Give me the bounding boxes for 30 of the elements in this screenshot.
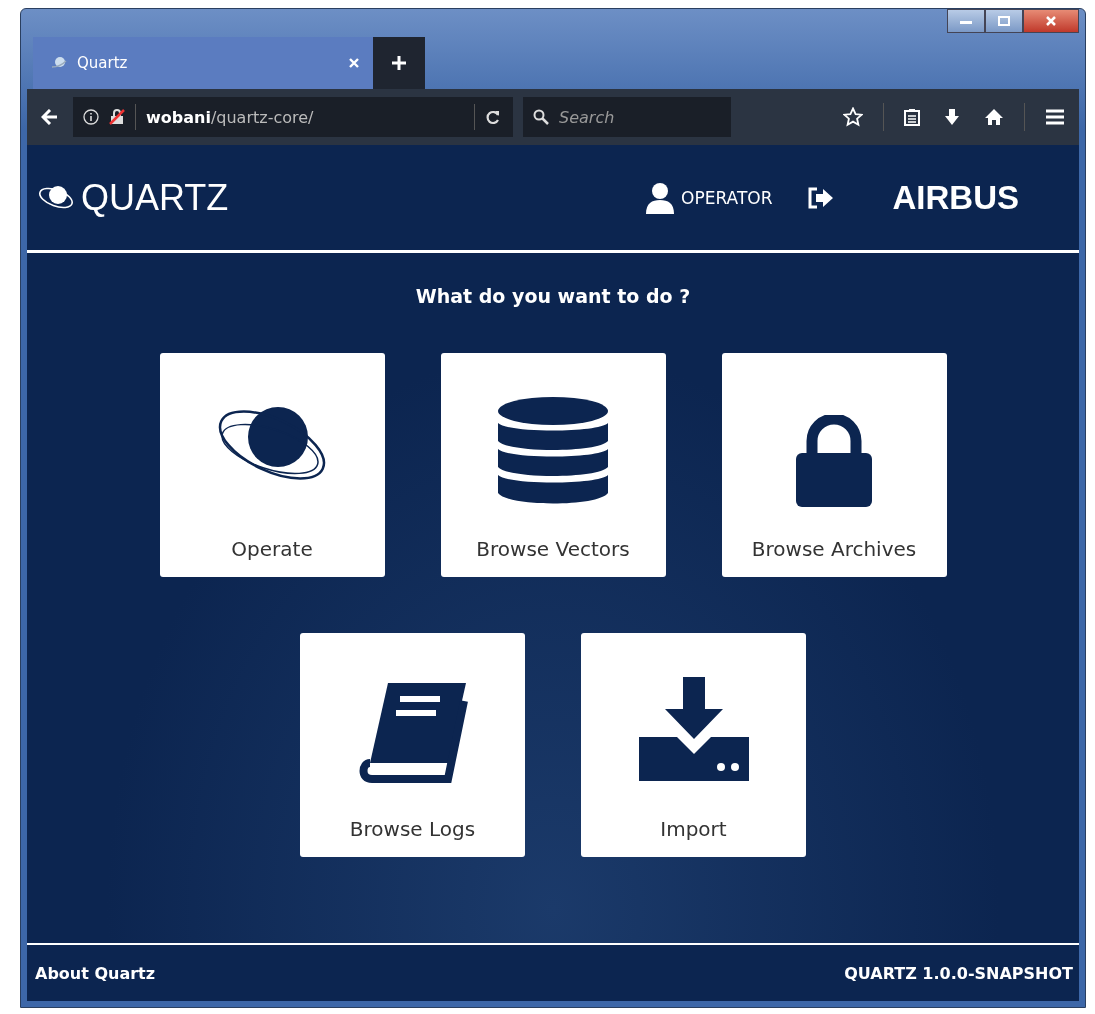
plus-icon — [392, 56, 406, 70]
close-button[interactable] — [1023, 9, 1079, 33]
action-tile[interactable]: Operate — [159, 353, 385, 577]
about-link[interactable]: About Quartz — [35, 963, 156, 983]
browser-tab[interactable]: Quartz — [33, 37, 373, 89]
company-logo: AIRBUS — [892, 178, 1019, 217]
padlock-icon — [796, 415, 872, 507]
prompt-heading: What do you want to do ? — [415, 285, 691, 307]
action-tile[interactable]: Import — [581, 633, 806, 857]
maximize-icon — [998, 16, 1010, 26]
new-tab-button[interactable] — [373, 37, 425, 89]
close-icon — [1045, 15, 1057, 27]
globe-icon — [51, 55, 67, 71]
version-label: QUARTZ 1.0.0-SNAPSHOT — [844, 963, 1073, 983]
address-bar[interactable]: wobani/quartz-core/ — [73, 97, 513, 137]
insecure-lock-icon — [109, 109, 125, 125]
app-title: QUARTZ — [81, 176, 229, 219]
search-field[interactable]: Search — [523, 97, 731, 137]
action-tile[interactable]: Browse Archives — [721, 353, 947, 577]
info-icon — [83, 109, 99, 125]
action-tile[interactable]: Browse Logs — [300, 633, 525, 857]
close-tab-icon[interactable] — [349, 58, 359, 68]
tab-title: Quartz — [77, 54, 129, 72]
user-menu-button[interactable]: OPERATOR — [639, 180, 779, 215]
reload-icon[interactable] — [485, 109, 501, 125]
action-tile[interactable]: Browse Vectors — [440, 353, 666, 577]
maximize-button[interactable] — [985, 9, 1023, 33]
user-icon — [645, 181, 676, 214]
minimize-button[interactable] — [947, 9, 985, 33]
url-text: wobani/quartz-core/ — [146, 107, 315, 127]
